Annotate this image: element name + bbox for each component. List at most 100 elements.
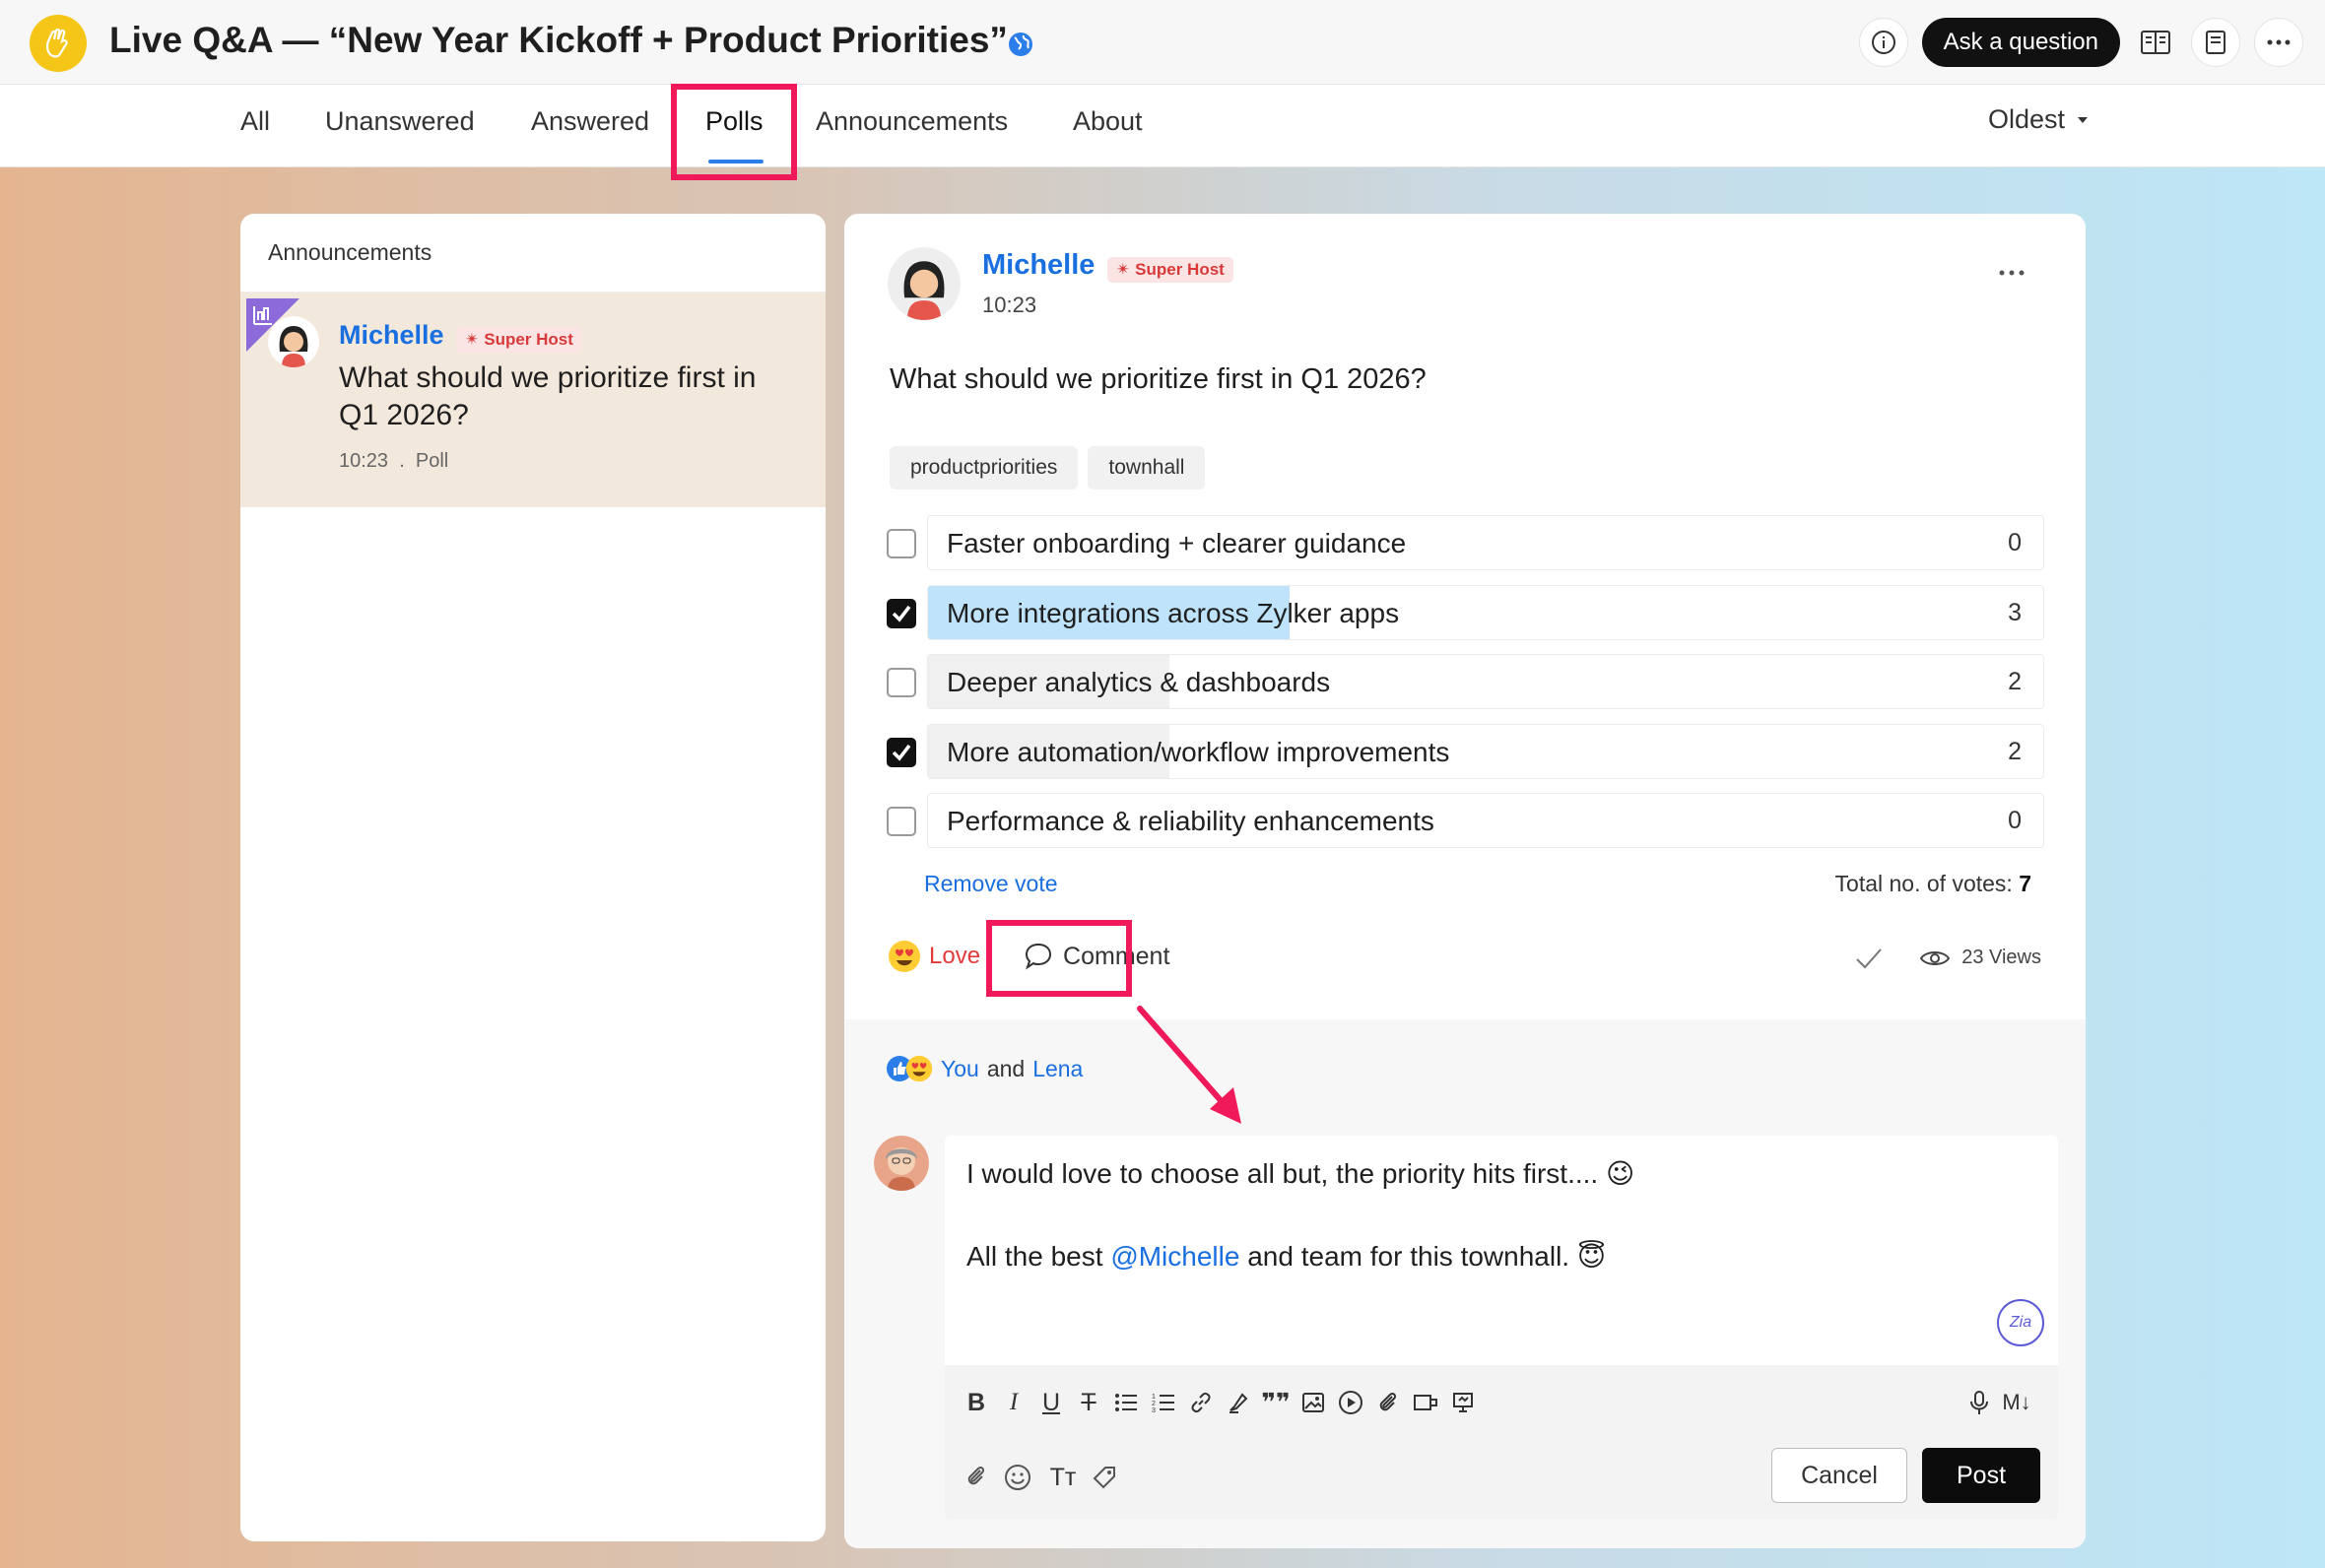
globe-icon (1009, 33, 1032, 56)
italic-icon[interactable]: I (996, 1385, 1031, 1420)
tag[interactable]: townhall (1088, 446, 1206, 490)
tag-icon[interactable] (1087, 1460, 1122, 1495)
poll-option-bar[interactable]: More integrations across Zylker apps 3 (927, 584, 2044, 640)
tab-polls[interactable]: Polls (705, 106, 764, 137)
poll-option-row[interactable]: Faster onboarding + clearer guidance 0 (887, 515, 2044, 570)
tab-announcements[interactable]: Announcements (816, 106, 1008, 137)
wink-emoji-icon: 😉 (1605, 1158, 1635, 1189)
read-check-icon (1855, 947, 1883, 974)
microphone-icon[interactable] (1961, 1385, 1997, 1420)
markdown-icon[interactable]: M↓ (1999, 1385, 2034, 1420)
tab-about[interactable]: About (1073, 106, 1143, 137)
code-block-icon[interactable] (1408, 1385, 1443, 1420)
comment-button[interactable]: Comment (1024, 942, 1169, 971)
cancel-button[interactable]: Cancel (1771, 1448, 1907, 1503)
author-name[interactable]: Michelle (982, 249, 1095, 281)
mention-michelle[interactable]: @Michelle (1110, 1241, 1239, 1272)
top-bar: Live Q&A — “New Year Kickoff + Product P… (0, 0, 2325, 85)
video-icon[interactable] (1333, 1385, 1368, 1420)
paperclip-icon[interactable] (959, 1460, 994, 1495)
reactor-lena[interactable]: Lena (1032, 1056, 1083, 1082)
link-icon[interactable] (1183, 1385, 1219, 1420)
avatar (268, 316, 319, 367)
announcements-panel: Announcements Michelle ✴ Super Host What … (240, 214, 826, 1541)
heart-eyes-emoji-icon (905, 1055, 933, 1082)
star-icon: ✴ (465, 329, 480, 349)
more-options-icon[interactable] (1999, 263, 2025, 281)
poll-option-bar[interactable]: Faster onboarding + clearer guidance 0 (927, 515, 2044, 570)
reactions-summary: You and Lena (886, 1055, 1083, 1082)
panel-heading: Announcements (240, 214, 826, 293)
poll-question: What should we prioritize first in Q1 20… (890, 363, 1427, 395)
active-tab-indicator (708, 160, 764, 163)
text-size-icon[interactable]: Tт (1041, 1460, 1085, 1495)
ask-question-button[interactable]: Ask a question (1921, 18, 2120, 67)
poll-option-bar[interactable]: Deeper analytics & dashboards 2 (927, 654, 2044, 709)
tag[interactable]: productpriorities (890, 446, 1079, 490)
page-title: Live Q&A — “New Year Kickoff + Product P… (109, 20, 1008, 60)
app-logo (30, 15, 87, 72)
svg-text:3: 3 (1152, 1407, 1156, 1412)
comments-section: You and Lena I would love to choose all … (844, 1019, 2086, 1548)
sort-dropdown[interactable]: Oldest (1988, 104, 2089, 135)
reader-view-icon[interactable] (2134, 21, 2177, 64)
image-icon[interactable] (1295, 1385, 1331, 1420)
tab-all[interactable]: All (240, 106, 270, 137)
info-icon[interactable] (1858, 18, 1908, 67)
highlighter-icon[interactable] (1221, 1385, 1256, 1420)
checkbox[interactable] (887, 529, 916, 558)
post-actions: Love Comment (888, 940, 1169, 973)
author-name[interactable]: Michelle (339, 320, 444, 350)
poll-option-bar[interactable]: Performance & reliability enhancements 0 (927, 793, 2044, 848)
bold-icon[interactable]: B (959, 1385, 994, 1420)
list-item[interactable]: Michelle ✴ Super Host What should we prio… (240, 293, 826, 507)
bullet-list-icon[interactable] (1108, 1385, 1144, 1420)
numbered-list-icon[interactable]: 123 (1146, 1385, 1181, 1420)
attachment-link-icon[interactable] (1370, 1385, 1406, 1420)
post-button[interactable]: Post (1922, 1448, 2040, 1503)
poll-option-count: 2 (2008, 668, 2022, 695)
avatar (888, 247, 961, 320)
super-host-badge: ✴ Super Host (456, 326, 582, 353)
tab-answered[interactable]: Answered (531, 106, 649, 137)
poll-option-row[interactable]: Deeper analytics & dashboards 2 (887, 654, 2044, 709)
notes-icon[interactable] (2191, 18, 2240, 67)
eye-icon (1920, 950, 1951, 965)
underline-icon[interactable]: U (1033, 1385, 1069, 1420)
poll-option-count: 2 (2008, 737, 2022, 765)
star-icon: ✴ (1115, 259, 1131, 279)
comment-editor[interactable]: I would love to choose all but, the prio… (945, 1136, 2058, 1520)
svg-text:1: 1 (1152, 1394, 1156, 1401)
love-button[interactable]: Love (888, 940, 980, 973)
reactor-you[interactable]: You (941, 1056, 979, 1082)
strikethrough-icon[interactable]: T (1071, 1385, 1106, 1420)
tag-list: productpriorities townhall (890, 446, 1206, 490)
comment-text[interactable]: I would love to choose all but, the prio… (966, 1153, 1634, 1277)
total-votes: Total no. of votes: 7 (1834, 871, 2031, 896)
zia-assistant-icon[interactable]: Zia (1997, 1299, 2044, 1346)
author-line: Michelle ✴ Super Host (982, 249, 1233, 283)
poll-option-label: More automation/workflow improvements (947, 736, 1450, 767)
poll-option-bar[interactable]: More automation/workflow improvements 2 (927, 723, 2044, 779)
avatar (874, 1136, 929, 1191)
super-host-badge: ✴ Super Host (1106, 256, 1233, 283)
poll-option-row[interactable]: More integrations across Zylker apps 3 (887, 584, 2044, 640)
remove-vote-link[interactable]: Remove vote (924, 871, 1058, 897)
author-line: Michelle ✴ Super Host (339, 320, 582, 353)
poll-option-count: 0 (2008, 529, 2022, 556)
presentation-icon[interactable] (1445, 1385, 1481, 1420)
halo-emoji-icon: 😇 (1576, 1241, 1607, 1272)
checkbox[interactable] (887, 668, 916, 697)
emoji-icon[interactable] (1000, 1460, 1035, 1495)
tab-unanswered[interactable]: Unanswered (325, 106, 475, 137)
quote-icon[interactable]: ❞❞ (1258, 1385, 1294, 1420)
item-question: What should we prioritize first in Q1 20… (339, 361, 757, 431)
checkbox-checked[interactable] (887, 737, 916, 767)
checkbox[interactable] (887, 807, 916, 836)
poll-option-count: 3 (2008, 598, 2022, 626)
comment-icon (1026, 943, 1052, 970)
checkbox-checked[interactable] (887, 598, 916, 628)
poll-option-row[interactable]: More automation/workflow improvements 2 (887, 723, 2044, 779)
poll-option-row[interactable]: Performance & reliability enhancements 0 (887, 793, 2044, 848)
more-icon[interactable] (2254, 18, 2303, 67)
